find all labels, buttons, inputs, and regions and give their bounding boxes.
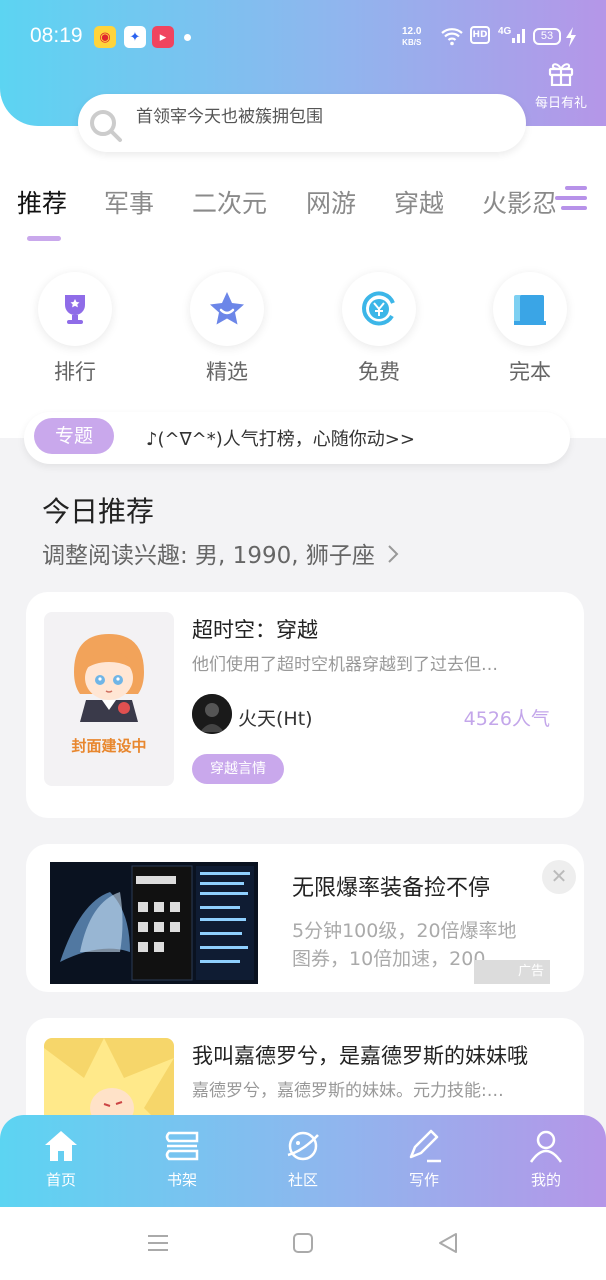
book-title: 超时空：穿越	[192, 618, 318, 642]
yen-coin-icon	[342, 272, 416, 346]
tab-naruto[interactable]: 火影忍	[482, 184, 557, 220]
anime-girl-illustration	[74, 634, 144, 722]
category-menu-icon[interactable]	[555, 184, 589, 214]
quick-link-featured[interactable]: 精选	[182, 272, 272, 386]
star-icon	[190, 272, 264, 346]
nav-label: 书架	[166, 1171, 197, 1189]
tab-anime[interactable]: 二次元	[192, 184, 267, 220]
author-name: 火天(Ht)	[238, 708, 313, 730]
bottom-navigation: 首页 书架 社区 写作 我的	[0, 1115, 606, 1207]
net-speed-value: 12.0	[402, 26, 422, 37]
topic-banner[interactable]: 专题 ♪(^∇^*)人气打榜，心随你动>>	[24, 412, 570, 464]
back-icon[interactable]	[436, 1231, 460, 1255]
ad-card[interactable]: 无限爆率装备捡不停 5分钟100级，20倍爆率地 图券，10倍加速，200… ✕…	[26, 844, 584, 992]
ad-label: 广告	[474, 960, 550, 984]
nav-home[interactable]: 首页	[26, 1129, 96, 1190]
ad-description-line1: 5分钟100级，20倍爆率地	[292, 920, 517, 942]
wifi-icon	[441, 28, 463, 46]
nav-bookshelf[interactable]: 书架	[147, 1129, 217, 1190]
nav-community[interactable]: 社区	[268, 1129, 338, 1190]
battery-icon: 53	[533, 28, 561, 45]
trophy-icon	[38, 272, 112, 346]
quick-link-free[interactable]: 免费	[334, 272, 424, 386]
search-placeholder: 首领宰今天也被簇拥包围	[136, 107, 323, 127]
weibo-app-icon: ◉	[94, 26, 116, 48]
quick-link-label: 精选	[206, 360, 248, 384]
quick-link-label: 免费	[358, 360, 400, 384]
signal-icon	[512, 29, 525, 43]
tab-online-games[interactable]: 网游	[306, 184, 356, 220]
tab-recommend[interactable]: 推荐	[17, 184, 67, 220]
book-cover: 封面建设中	[44, 612, 174, 786]
daily-gift-button[interactable]: 每日有礼	[528, 60, 594, 111]
tab-time-travel[interactable]: 穿越	[394, 184, 444, 220]
quick-link-label: 排行	[54, 360, 96, 384]
section-title: 今日推荐	[42, 495, 155, 528]
nav-profile[interactable]: 我的	[511, 1129, 581, 1190]
ad-image	[50, 862, 258, 984]
daily-gift-label: 每日有礼	[534, 96, 587, 111]
baidu-app-icon: ✦	[124, 26, 146, 48]
topic-badge: 专题	[34, 418, 114, 454]
chevron-right-icon	[388, 545, 399, 563]
notification-dot-icon	[184, 34, 191, 41]
pen-icon	[409, 1129, 441, 1163]
reading-interest-link[interactable]: 调整阅读兴趣: 男, 1990, 狮子座	[42, 536, 400, 570]
user-icon	[529, 1130, 563, 1163]
search-bar[interactable]: 首领宰今天也被簇拥包围	[78, 94, 526, 152]
ad-title: 无限爆率装备捡不停	[292, 876, 491, 901]
book-icon	[493, 272, 567, 346]
book-title: 我叫嘉德罗兮，是嘉德罗斯的妹妹哦	[192, 1044, 528, 1068]
home-square-icon[interactable]	[291, 1231, 315, 1255]
video-app-icon: ▸	[152, 26, 174, 48]
ad-label-text: 广告	[517, 964, 544, 979]
nav-label: 社区	[287, 1171, 318, 1189]
planet-icon	[287, 1131, 319, 1161]
nav-label: 写作	[408, 1171, 439, 1189]
nav-label: 首页	[45, 1171, 76, 1189]
close-ad-button[interactable]: ✕	[542, 860, 576, 894]
gift-icon	[548, 63, 574, 87]
quick-link-label: 完本	[509, 360, 551, 384]
status-bar: 08:19 ◉ ✦ ▸ 12.0 KB/S HD 4G 53	[0, 22, 606, 56]
category-tabs: 推荐 军事 二次元 网游 穿越 火影忍	[0, 180, 606, 244]
home-icon	[45, 1131, 77, 1161]
nav-write[interactable]: 写作	[389, 1129, 459, 1190]
topic-text: ♪(^∇^*)人气打榜，心随你动>>	[146, 429, 415, 450]
hd-icon: HD	[470, 26, 490, 44]
popularity-count: 4526人气	[463, 708, 550, 730]
section-subtitle: 调整阅读兴趣: 男, 1990, 狮子座	[42, 543, 375, 569]
menu-icon[interactable]	[146, 1233, 170, 1253]
quick-link-completed[interactable]: 完本	[485, 272, 575, 386]
system-navigation-bar	[0, 1207, 606, 1280]
net-speed-unit: KB/S	[402, 38, 422, 47]
net-speed: 12.0 KB/S	[402, 26, 421, 48]
author-avatar	[192, 694, 232, 734]
book-description: 嘉德罗兮，嘉德罗斯的妹妹。元力技能:…	[192, 1081, 504, 1101]
search-icon	[90, 110, 122, 142]
nav-label: 我的	[530, 1171, 561, 1189]
tab-military[interactable]: 军事	[104, 184, 154, 220]
genre-tag[interactable]: 穿越言情	[192, 754, 284, 784]
quick-link-rank[interactable]: 排行	[30, 272, 120, 386]
status-time: 08:19	[30, 24, 83, 47]
cover-placeholder-text: 封面建设中	[71, 737, 147, 755]
charging-icon	[566, 27, 576, 47]
bookshelf-icon	[165, 1131, 199, 1161]
book-card[interactable]: 封面建设中 超时空：穿越 他们使用了超时空机器穿越到了过去但… 火天(Ht) 4…	[26, 592, 584, 818]
active-tab-indicator	[27, 236, 61, 241]
ad-description-line2: 图券，10倍加速，200…	[292, 948, 505, 970]
book-description: 他们使用了超时空机器穿越到了过去但…	[192, 655, 498, 675]
